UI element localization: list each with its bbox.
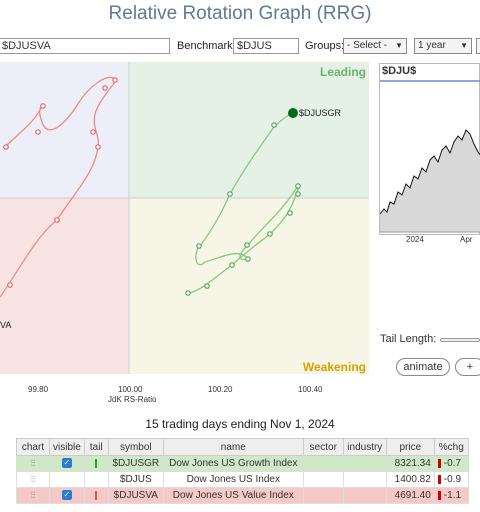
tail-cell: [83, 471, 109, 488]
col-header: symbol: [107, 438, 164, 456]
x-axis-label: JdK RS-Ratio: [108, 395, 157, 404]
tail-color-marker[interactable]: [83, 487, 109, 504]
symbol-cell[interactable]: $DJUSGR: [107, 455, 164, 472]
sector-cell: [302, 471, 344, 488]
chg-cell: -0.9: [433, 471, 469, 488]
x-tick: 100.20: [208, 385, 233, 394]
chg-bar: [437, 474, 441, 484]
col-header: sector: [302, 438, 344, 456]
price-x-tick: Apr: [460, 235, 473, 244]
add-button[interactable]: +: [455, 358, 480, 376]
period-select-value: 1 year: [418, 40, 446, 51]
price-cell: 8321.34: [385, 455, 435, 472]
chart-icon[interactable]: ⫶⫶: [16, 471, 50, 488]
col-header: industry: [342, 438, 387, 456]
name-cell: Dow Jones US Value Index: [162, 487, 304, 504]
chg-value: -0.9: [443, 474, 462, 485]
col-header: tail: [83, 438, 109, 456]
tail-length-slider[interactable]: [440, 338, 480, 342]
extra-select[interactable]: [476, 38, 480, 54]
industry-cell: [342, 455, 387, 472]
col-header: name: [162, 438, 304, 456]
chg-cell: -0.7: [433, 455, 469, 472]
benchmark-input[interactable]: $DJUS: [233, 38, 299, 54]
benchmark-label: Benchmark:: [177, 40, 236, 52]
value-tail: [0, 76, 116, 298]
animate-button[interactable]: animate: [396, 358, 450, 376]
groups-select-value: - Select -: [347, 40, 388, 51]
value-tail-points: [3, 77, 118, 288]
table-row[interactable]: ⫶⫶ ✓ $DJUSVA Dow Jones US Value Index 46…: [16, 487, 469, 504]
growth-tail: [187, 112, 300, 294]
col-header: visible: [49, 438, 85, 456]
industry-cell: [342, 487, 387, 504]
growth-head-marker: [288, 108, 298, 118]
chart-icon[interactable]: ⫶⫶: [16, 487, 50, 504]
table-row[interactable]: ⫶⫶ $DJUS Dow Jones US Index 1400.82 -0.9: [16, 471, 469, 488]
growth-tail-points: [185, 122, 301, 296]
visible-cell: [49, 471, 85, 488]
symbol-cell[interactable]: $DJUS: [107, 471, 164, 488]
chart-icon[interactable]: ⫶⫶: [16, 455, 50, 472]
chg-value: -0.7: [443, 458, 462, 469]
sector-cell: [302, 455, 344, 472]
name-cell: Dow Jones US Index: [162, 471, 304, 488]
price-cell: 1400.82: [385, 471, 435, 488]
chg-cell: -1.1: [433, 487, 469, 504]
symbols-table: chart visible tail symbol name sector in…: [16, 438, 469, 504]
name-cell: Dow Jones US Growth Index: [162, 455, 304, 472]
x-tick: 100.40: [298, 385, 323, 394]
chg-bar: [437, 458, 441, 468]
industry-cell: [342, 471, 387, 488]
col-header: %chg: [433, 438, 469, 456]
groups-label: Groups:: [305, 40, 345, 52]
chg-bar: [437, 490, 441, 500]
groups-select[interactable]: - Select - ▼: [343, 38, 407, 54]
symbol-cell[interactable]: $DJUSVA: [107, 487, 164, 504]
table-row[interactable]: ⫶⫶ ✓ $DJUSGR Dow Jones US Growth Index 8…: [16, 455, 469, 472]
period-select[interactable]: 1 year ▼: [414, 38, 472, 54]
chevron-down-icon: ▼: [460, 41, 468, 50]
tail-color-marker[interactable]: [83, 455, 109, 472]
x-tick: 99.80: [28, 385, 49, 394]
tail-length-label: Tail Length:: [380, 333, 437, 345]
controls-bar: $DJUSVA Benchmark: $DJUS Groups: - Selec…: [0, 38, 480, 56]
col-header: chart: [16, 438, 50, 456]
chevron-down-icon: ▼: [395, 41, 403, 50]
price-chart: [380, 80, 480, 233]
x-tick: 100.00: [118, 385, 143, 394]
price-x-tick: 2024: [406, 235, 424, 244]
visible-checkbox[interactable]: ✓: [49, 455, 85, 472]
price-cell: 4691.40: [385, 487, 435, 504]
symbols-input[interactable]: $DJUSVA: [0, 38, 170, 54]
col-header: price: [385, 438, 435, 456]
summary-text: 15 trading days ending Nov 1, 2024: [145, 417, 335, 431]
page-title: Relative Rotation Graph (RRG): [108, 3, 372, 24]
sector-cell: [302, 487, 344, 504]
rrg-plot: Leading Weakening $DJUSGR VA: [0, 62, 369, 374]
chg-value: -1.1: [443, 490, 462, 501]
price-chart-panel[interactable]: $DJU$: [379, 63, 480, 235]
value-series-label: VA: [0, 320, 12, 330]
growth-series-label: $DJUSGR: [299, 108, 342, 118]
visible-checkbox[interactable]: ✓: [49, 487, 85, 504]
